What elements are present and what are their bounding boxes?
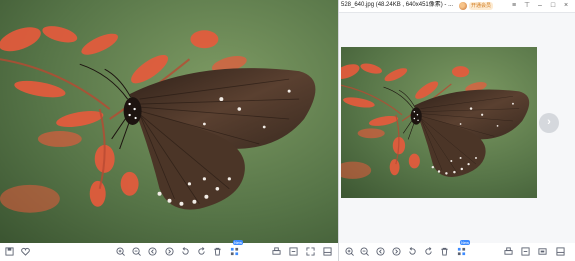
print-icon[interactable]	[271, 246, 282, 257]
rotate-right-icon[interactable]	[423, 246, 434, 257]
slideshow-icon[interactable]	[537, 246, 548, 257]
rotate-right-icon[interactable]	[196, 246, 207, 257]
next-icon[interactable]	[391, 246, 402, 257]
more-icon[interactable]	[322, 246, 333, 257]
ai-tools-icon[interactable]: New	[456, 240, 471, 257]
print-icon[interactable]	[503, 246, 514, 257]
menu-icon[interactable]: ≡	[509, 1, 519, 11]
rotate-left-icon[interactable]	[180, 246, 191, 257]
avatar[interactable]	[459, 2, 467, 10]
next-icon[interactable]	[164, 246, 175, 257]
save-icon[interactable]	[4, 246, 15, 257]
close-icon[interactable]: ×	[561, 1, 571, 11]
favorite-icon[interactable]	[20, 246, 31, 257]
bottom-toolbar-right: New	[339, 240, 575, 261]
zoom-in-icon[interactable]	[115, 246, 126, 257]
fit-icon[interactable]	[288, 246, 299, 257]
new-badge: New	[460, 240, 471, 245]
zoom-out-icon[interactable]	[131, 246, 142, 257]
zoom-out-icon[interactable]	[359, 246, 370, 257]
rotate-left-icon[interactable]	[407, 246, 418, 257]
prev-icon[interactable]	[147, 246, 158, 257]
title-bar: 528_640.jpg (48.24KB , 640x451像素) - ... …	[339, 0, 575, 13]
vip-button[interactable]: 开通会员	[469, 2, 494, 10]
more-icon[interactable]	[555, 246, 566, 257]
new-badge: New	[233, 240, 244, 245]
maximize-icon[interactable]: □	[548, 1, 558, 11]
viewer-window-left: New	[0, 0, 339, 261]
viewer-window-right: 528_640.jpg (48.24KB , 640x451像素) - ... …	[339, 0, 575, 261]
window-title: 528_640.jpg (48.24KB , 640x451像素) - ...	[341, 2, 454, 8]
pin-icon[interactable]: ⊤	[522, 1, 532, 11]
zoom-in-icon[interactable]	[344, 246, 355, 257]
bottom-toolbar-left: New	[0, 240, 338, 261]
fit-icon[interactable]	[520, 246, 531, 257]
fullscreen-icon[interactable]	[305, 246, 316, 257]
prev-icon[interactable]	[375, 246, 386, 257]
minimize-icon[interactable]: –	[535, 1, 545, 11]
delete-icon[interactable]	[439, 246, 450, 257]
ai-tools-icon[interactable]: New	[229, 240, 244, 257]
photo-butterfly	[0, 0, 338, 243]
delete-icon[interactable]	[212, 246, 223, 257]
photo-butterfly-preview	[341, 47, 537, 198]
next-image-button[interactable]: ›	[539, 113, 559, 133]
